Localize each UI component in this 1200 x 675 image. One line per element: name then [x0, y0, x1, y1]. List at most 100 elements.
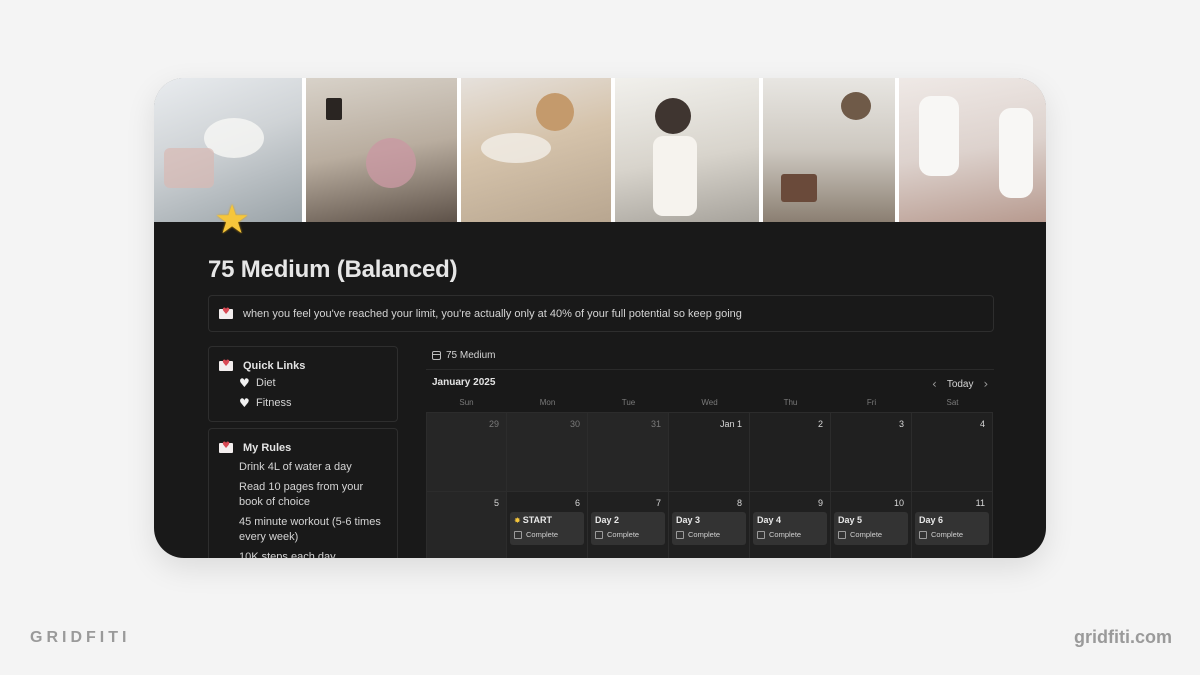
weekday-label: Fri	[866, 398, 877, 407]
calendar-day-cell[interactable]: 11 Day 6 Complete	[912, 492, 993, 558]
complete-checkbox[interactable]	[919, 530, 927, 539]
weekday-header: Sun Mon Tue Wed Thu Fri Sat	[426, 398, 993, 407]
rule-item[interactable]: Read 10 pages from your book of choice	[209, 480, 397, 510]
day-number: 2	[817, 419, 823, 429]
day-number: 11	[975, 498, 985, 508]
day-number: 3	[898, 419, 904, 429]
checkbox-label: Complete	[931, 530, 964, 539]
brand-url: gridfiti.com	[1074, 627, 1172, 647]
complete-checkbox[interactable]	[757, 530, 765, 539]
weekday-label: Sat	[946, 398, 959, 407]
complete-checkbox[interactable]	[838, 530, 846, 539]
notion-page-card: ★ 75 Medium (Balanced) when you feel you…	[154, 78, 1046, 558]
divider	[426, 369, 994, 370]
day-number: 30	[569, 419, 580, 429]
day-number: Jan 1	[719, 419, 742, 429]
my-rules-title: My Rules	[243, 442, 292, 454]
rule-item[interactable]: 45 minute workout (5-6 times every week)	[209, 515, 397, 545]
calendar-day-cell[interactable]: Jan 1	[669, 413, 750, 491]
checkbox-label: Complete	[850, 530, 883, 539]
calendar-day-cell[interactable]: 4	[912, 413, 993, 491]
event-card[interactable]: Day 2 Complete	[591, 512, 665, 545]
calendar-day-cell[interactable]: 10 Day 5 Complete	[831, 492, 912, 558]
event-title: Day 6	[919, 515, 944, 525]
complete-checkbox[interactable]	[676, 530, 684, 539]
event-card[interactable]: ✸ START Complete	[510, 512, 584, 545]
callout-text: when you feel you've reached your limit,…	[243, 307, 742, 320]
day-number: 4	[979, 419, 985, 429]
calendar-week: 5 6 ✸ START Complete 7 Day 2 Complete 8 D…	[426, 492, 993, 558]
calendar-navigation: ‹ Today ›	[932, 377, 988, 391]
quote-callout[interactable]: when you feel you've reached your limit,…	[208, 295, 994, 332]
white-heart-icon: ♥	[239, 396, 250, 410]
cover-photo	[461, 78, 611, 222]
day-number: 9	[817, 498, 823, 508]
day-number: 10	[893, 498, 904, 508]
calendar-icon	[432, 351, 441, 360]
checkbox-label: Complete	[526, 530, 559, 539]
event-card[interactable]: Day 3 Complete	[672, 512, 746, 545]
event-card[interactable]: Day 5 Complete	[834, 512, 908, 545]
quick-links-callout: Quick Links ♥ Diet ♥ Fitness	[208, 346, 398, 422]
checkbox-label: Complete	[607, 530, 640, 539]
day-number: 7	[655, 498, 661, 508]
checkbox-label: Complete	[769, 530, 802, 539]
my-rules-callout: My Rules Drink 4L of water a day Read 10…	[208, 428, 398, 558]
quick-links-title: Quick Links	[243, 360, 306, 372]
glowing-star-icon: ✸	[514, 515, 521, 525]
love-letter-icon	[219, 359, 233, 371]
cover-photo	[899, 78, 1046, 222]
weekday-label: Thu	[783, 398, 798, 407]
glowing-star-icon[interactable]: ★	[208, 196, 256, 244]
calendar-day-cell[interactable]: 9 Day 4 Complete	[750, 492, 831, 558]
event-card[interactable]: Day 4 Complete	[753, 512, 827, 545]
love-letter-icon	[219, 441, 233, 453]
weekday-label: Wed	[701, 398, 718, 407]
weekday-label: Sun	[459, 398, 474, 407]
database-title-label: 75 Medium	[446, 350, 496, 361]
complete-checkbox[interactable]	[595, 530, 603, 539]
event-title: START	[522, 515, 553, 525]
complete-checkbox[interactable]	[514, 530, 522, 539]
calendar-day-cell[interactable]: 5	[426, 492, 507, 558]
cover-photo	[615, 78, 759, 222]
day-number: 6	[574, 498, 580, 508]
cover-photo	[763, 78, 895, 222]
quick-link-fitness[interactable]: ♥ Fitness	[209, 393, 397, 413]
rule-item[interactable]: Drink 4L of water a day	[209, 460, 397, 475]
quick-link-label: Diet	[256, 377, 276, 389]
chevron-right-icon[interactable]: ›	[984, 377, 989, 391]
chevron-left-icon[interactable]: ‹	[932, 377, 937, 391]
today-button[interactable]: Today	[947, 379, 974, 390]
rule-item[interactable]: 10K steps each day	[209, 550, 397, 558]
quick-link-diet[interactable]: ♥ Diet	[209, 373, 397, 393]
event-title: Day 4	[757, 515, 782, 525]
checkbox-label: Complete	[688, 530, 721, 539]
calendar-day-cell[interactable]: 6 ✸ START Complete	[507, 492, 588, 558]
event-title: Day 2	[595, 515, 620, 525]
calendar-day-cell[interactable]: 2	[750, 413, 831, 491]
day-number: 31	[650, 419, 661, 429]
calendar-day-cell[interactable]: 7 Day 2 Complete	[588, 492, 669, 558]
white-heart-icon: ♥	[239, 376, 250, 390]
love-letter-icon	[219, 307, 233, 319]
calendar-month-label: January 2025	[432, 377, 496, 388]
day-number: 29	[488, 419, 499, 429]
calendar-grid: 29 30 31 Jan 1 2 3 4 5 6 ✸ START Complete…	[426, 412, 993, 558]
cover-image-collage[interactable]	[154, 78, 1046, 222]
weekday-label: Tue	[621, 398, 636, 407]
day-number: 5	[493, 498, 499, 508]
quick-link-label: Fitness	[256, 397, 292, 409]
weekday-label: Mon	[539, 398, 556, 407]
calendar-day-cell[interactable]: 8 Day 3 Complete	[669, 492, 750, 558]
calendar-day-cell[interactable]: 3	[831, 413, 912, 491]
event-title: Day 5	[838, 515, 863, 525]
page-title[interactable]: 75 Medium (Balanced)	[208, 256, 458, 284]
calendar-day-cell[interactable]: 30	[507, 413, 588, 491]
event-card[interactable]: Day 6 Complete	[915, 512, 989, 545]
calendar-day-cell[interactable]: 31	[588, 413, 669, 491]
brand-wordmark: GRIDFITI	[30, 629, 131, 646]
calendar-day-cell[interactable]: 29	[426, 413, 507, 491]
calendar-week: 29 30 31 Jan 1 2 3 4	[426, 413, 993, 492]
calendar-database-title[interactable]: 75 Medium	[432, 350, 495, 361]
